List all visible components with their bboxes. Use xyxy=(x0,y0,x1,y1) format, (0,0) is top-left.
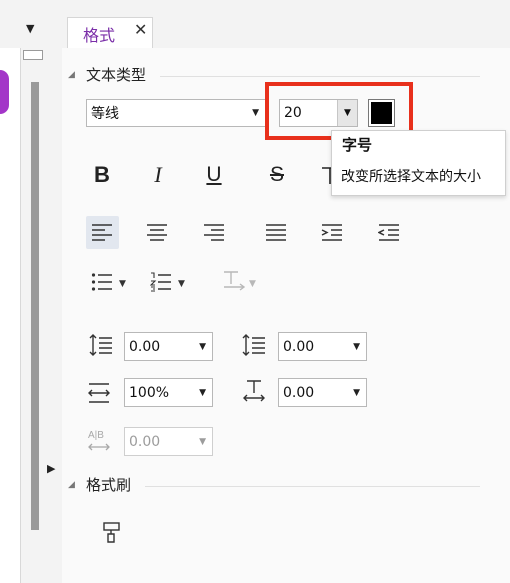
chevron-down-icon: ▼ xyxy=(199,387,206,398)
svg-text:A|B: A|B xyxy=(88,430,104,441)
chevron-down-icon: ▼ xyxy=(353,341,360,352)
chevron-down-icon[interactable]: ▼ xyxy=(119,279,126,289)
bullet-list-icon[interactable] xyxy=(91,272,113,292)
chevron-down-icon: ▼ xyxy=(199,341,206,352)
format-painter-icon[interactable] xyxy=(103,522,121,544)
disabled-spacing-select: 0.00 ▼ xyxy=(124,427,213,456)
chevron-down-icon: ▼ xyxy=(199,436,206,447)
superscript-icon[interactable] xyxy=(320,165,331,185)
tab-format-label: 格式 xyxy=(83,26,116,45)
spacing-before-select[interactable]: 0.00 ▼ xyxy=(124,332,213,361)
side-tab-indicator[interactable] xyxy=(0,70,9,114)
section-divider xyxy=(145,486,480,487)
disabled-spacing-value: 0.00 xyxy=(129,433,161,450)
spacing-after-select[interactable]: 0.00 ▼ xyxy=(278,332,367,361)
align-left-icon[interactable] xyxy=(91,223,113,241)
section-divider xyxy=(160,76,480,77)
splitter xyxy=(21,48,63,583)
tab-format[interactable]: 格式 ✕ xyxy=(67,17,153,48)
char-width-icon xyxy=(87,381,111,405)
align-center-icon[interactable] xyxy=(146,223,168,241)
align-justify-icon[interactable] xyxy=(265,223,287,241)
indent-increase-icon[interactable] xyxy=(321,223,343,241)
expand-arrow-icon[interactable]: ▶ xyxy=(47,462,55,475)
scrollbar[interactable] xyxy=(31,82,39,530)
line-spacing-after-icon xyxy=(242,333,266,357)
collapse-icon[interactable]: ◢ xyxy=(68,70,75,80)
tooltip: 字号 改变所选择文本的大小 xyxy=(331,130,506,196)
indent-decrease-icon[interactable] xyxy=(378,223,400,241)
collapse-icon[interactable]: ◢ xyxy=(68,480,75,490)
section-title-format-painter: 格式刷 xyxy=(86,476,132,494)
text-spacing-disabled-icon: A|B xyxy=(87,427,111,453)
chevron-down-icon: ▼ xyxy=(252,108,259,118)
spacing-before-value: 0.00 xyxy=(129,338,161,355)
char-scale-value: 100% xyxy=(129,384,170,401)
chevron-down-icon: ▼ xyxy=(353,387,360,398)
char-spacing-icon xyxy=(242,379,266,403)
line-spacing-before-icon xyxy=(89,333,113,357)
tooltip-description: 改变所选择文本的大小 xyxy=(341,169,481,185)
left-pane xyxy=(0,48,21,583)
bold-button[interactable]: B xyxy=(87,160,117,190)
font-family-value: 等线 xyxy=(91,106,119,122)
tooltip-title: 字号 xyxy=(342,136,373,154)
spacing-after-value: 0.00 xyxy=(283,338,315,355)
underline-button[interactable]: U xyxy=(199,160,229,190)
italic-button[interactable]: I xyxy=(143,160,173,190)
char-scale-select[interactable]: 100% ▼ xyxy=(124,378,213,407)
chevron-down-icon[interactable]: ▼ xyxy=(178,279,185,289)
dropdown-arrow-icon[interactable]: ▼ xyxy=(26,22,34,35)
tab-close-icon[interactable]: ✕ xyxy=(134,20,147,39)
splitter-handle[interactable] xyxy=(23,50,43,60)
strikethrough-button[interactable]: S xyxy=(262,160,292,190)
section-title-text-type: 文本类型 xyxy=(86,66,147,84)
char-spacing-select[interactable]: 0.00 ▼ xyxy=(278,378,367,407)
font-family-select[interactable]: 等线 ▼ xyxy=(86,99,266,127)
chevron-down-icon: ▼ xyxy=(249,279,256,289)
align-right-icon[interactable] xyxy=(203,223,225,241)
numbered-list-icon[interactable] xyxy=(150,272,172,292)
char-spacing-value: 0.00 xyxy=(283,384,315,401)
text-direction-icon xyxy=(222,270,246,292)
